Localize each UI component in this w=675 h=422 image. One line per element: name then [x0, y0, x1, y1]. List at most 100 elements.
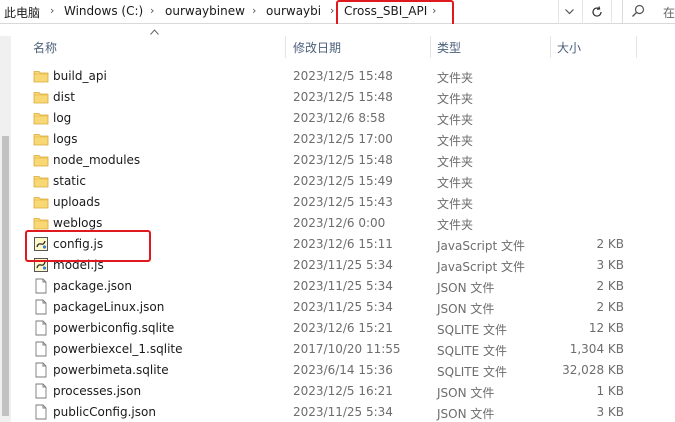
column-date-modified[interactable]: 修改日期 — [293, 39, 341, 56]
chevron-right-icon[interactable]: › — [330, 4, 334, 17]
address-history-dropdown[interactable] — [558, 0, 580, 24]
file-row[interactable]: packageLinux.json 2023/11/25 5:34 JSON 文件 2… — [12, 297, 637, 318]
search-placeholder: 在 — [663, 6, 675, 20]
file-name: uploads — [53, 195, 101, 209]
file-type: JSON 文件 — [437, 407, 495, 421]
file-name: node_modules — [53, 153, 141, 167]
file-type: 文件夹 — [437, 176, 474, 190]
file-date-modified: 2017/10/20 11:55 — [293, 342, 401, 356]
file-icon — [33, 278, 49, 294]
scrollbar-thumb[interactable] — [2, 136, 9, 416]
breadcrumb-ourwaybi[interactable]: ourwaybi — [266, 4, 321, 18]
file-icon — [33, 341, 49, 357]
file-icon — [33, 383, 49, 399]
file-row[interactable]: powerbiconfig.sqlite 2023/12/6 15:21 SQLIT… — [12, 318, 637, 339]
file-date-modified: 2023/12/5 17:00 — [293, 132, 393, 146]
file-row[interactable]: package.json 2023/11/25 5:34 JSON 文件 2 KB — [12, 276, 637, 297]
file-date-modified: 2023/12/6 8:58 — [293, 111, 386, 125]
file-type: 文件夹 — [437, 71, 474, 85]
chevron-right-icon[interactable]: › — [50, 4, 54, 17]
column-type[interactable]: 类型 — [437, 39, 461, 56]
file-name: build_api — [53, 69, 107, 83]
file-date-modified: 2023/12/5 15:48 — [293, 153, 393, 167]
file-type: JavaScript 文件 — [437, 260, 525, 274]
file-name: packageLinux.json — [53, 300, 165, 314]
search-icon — [632, 4, 645, 17]
file-size: 2 KB — [596, 237, 624, 251]
file-type: 文件夹 — [437, 155, 474, 169]
file-date-modified: 2023/12/5 15:48 — [293, 90, 393, 104]
sort-up-icon — [150, 28, 159, 38]
file-size: 1 KB — [596, 384, 624, 398]
chevron-right-icon[interactable]: › — [252, 4, 256, 17]
file-name: dist — [53, 90, 75, 104]
highlight-box-config-js — [25, 230, 151, 262]
vertical-scrollbar[interactable] — [0, 36, 11, 422]
column-divider[interactable] — [636, 36, 637, 58]
file-name: publicConfig.json — [53, 405, 156, 419]
file-size: 1,304 KB — [569, 342, 624, 356]
breadcrumb-this-pc[interactable]: 此电脑 — [4, 4, 40, 21]
file-date-modified: 2023/11/25 5:34 — [293, 279, 393, 293]
file-type: SQLITE 文件 — [437, 323, 508, 337]
folder-icon — [33, 68, 49, 84]
file-name: weblogs — [53, 216, 103, 230]
folder-icon — [33, 215, 49, 231]
file-date-modified: 2023/12/5 15:43 — [293, 195, 393, 209]
file-icon — [33, 404, 49, 420]
file-row[interactable]: uploads 2023/12/5 15:43 文件夹 — [12, 192, 637, 213]
file-row[interactable]: build_api 2023/12/5 15:48 文件夹 — [12, 66, 637, 87]
file-row[interactable]: powerbimeta.sqlite 2023/6/14 15:36 SQLITE … — [12, 360, 637, 381]
file-row[interactable]: powerbiexcel_1.sqlite 2017/10/20 11:55 SQL… — [12, 339, 637, 360]
file-row[interactable]: logs 2023/12/5 17:00 文件夹 — [12, 129, 637, 150]
file-size: 2 KB — [596, 279, 624, 293]
file-row[interactable]: log 2023/12/6 8:58 文件夹 — [12, 108, 637, 129]
file-type: 文件夹 — [437, 92, 474, 106]
column-size[interactable]: 大小 — [557, 39, 581, 56]
file-date-modified: 2023/11/25 5:34 — [293, 405, 393, 419]
file-size: 32,028 KB — [562, 363, 624, 377]
file-type: JSON 文件 — [437, 386, 495, 400]
file-icon — [33, 362, 49, 378]
file-type: 文件夹 — [437, 197, 474, 211]
file-date-modified: 2023/12/6 15:11 — [293, 237, 393, 251]
file-row[interactable]: publicConfig.json 2023/11/25 5:34 JSON 文件 3… — [12, 402, 637, 422]
breadcrumb-drive-c[interactable]: Windows (C:) — [64, 4, 143, 18]
folder-icon — [33, 194, 49, 210]
chevron-up-icon — [150, 29, 159, 35]
file-row[interactable]: dist 2023/12/5 15:48 文件夹 — [12, 87, 637, 108]
column-divider[interactable] — [285, 36, 286, 58]
refresh-icon — [592, 6, 602, 17]
search-box[interactable]: 在 — [622, 0, 675, 24]
file-row[interactable]: node_modules 2023/12/5 15:48 文件夹 — [12, 150, 637, 171]
column-header: 名称 修改日期 类型 大小 — [0, 24, 675, 60]
column-name[interactable]: 名称 — [33, 39, 57, 56]
file-date-modified: 2023/6/14 15:36 — [293, 363, 393, 377]
file-type: 文件夹 — [437, 113, 474, 127]
folder-icon — [33, 131, 49, 147]
file-date-modified: 2023/12/5 15:48 — [293, 69, 393, 83]
file-size: 3 KB — [596, 405, 624, 419]
file-size: 12 KB — [588, 321, 624, 335]
file-size: 3 KB — [596, 258, 624, 272]
file-size: 2 KB — [596, 300, 624, 314]
chevron-right-icon[interactable]: › — [150, 4, 154, 17]
file-type: JavaScript 文件 — [437, 239, 525, 253]
file-name: powerbiexcel_1.sqlite — [53, 342, 183, 356]
folder-icon — [33, 152, 49, 168]
file-icon — [33, 299, 49, 315]
refresh-button[interactable] — [582, 0, 612, 24]
column-divider[interactable] — [550, 36, 551, 58]
breadcrumb-ourwaybinew[interactable]: ourwaybinew — [165, 4, 245, 18]
file-date-modified: 2023/11/25 5:34 — [293, 258, 393, 272]
file-type: JSON 文件 — [437, 281, 495, 295]
file-name: static — [53, 174, 86, 188]
folder-icon — [33, 89, 49, 105]
file-name: package.json — [53, 279, 133, 293]
file-row[interactable]: static 2023/12/5 15:49 文件夹 — [12, 171, 637, 192]
file-icon — [33, 320, 49, 336]
column-divider[interactable] — [430, 36, 431, 58]
file-date-modified: 2023/12/5 15:49 — [293, 174, 393, 188]
file-type: 文件夹 — [437, 134, 474, 148]
file-row[interactable]: processes.json 2023/12/5 16:21 JSON 文件 1 KB — [12, 381, 637, 402]
